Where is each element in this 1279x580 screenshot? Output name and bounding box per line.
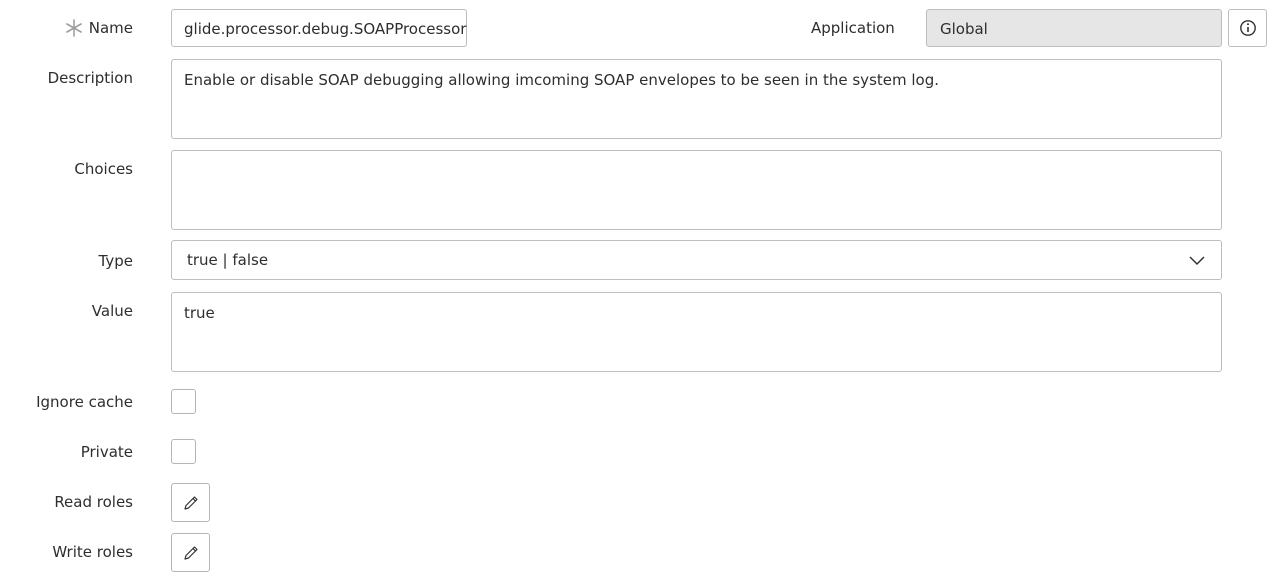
pencil-icon	[183, 545, 198, 560]
write-roles-edit-button[interactable]	[171, 533, 210, 572]
private-label: Private	[80, 443, 133, 461]
description-label: Description	[47, 69, 133, 87]
chevron-down-icon	[1189, 256, 1205, 266]
write-roles-label: Write roles	[52, 543, 133, 561]
application-info-button[interactable]	[1228, 9, 1267, 47]
ignore-cache-checkbox[interactable]	[171, 389, 196, 414]
choices-field[interactable]	[171, 150, 1222, 230]
pencil-icon	[183, 495, 198, 510]
type-label: Type	[98, 252, 133, 270]
choices-label: Choices	[74, 160, 133, 178]
read-roles-edit-button[interactable]	[171, 483, 210, 522]
application-label: Application	[811, 19, 895, 37]
info-icon	[1239, 20, 1256, 36]
value-label: Value	[91, 302, 133, 320]
application-field: Global	[926, 9, 1222, 47]
type-value: true | false	[187, 251, 269, 269]
ignore-cache-label: Ignore cache	[36, 393, 133, 411]
description-value: Enable or disable SOAP debugging allowin…	[184, 71, 940, 89]
name-field[interactable]: glide.processor.debug.SOAPProcessor	[171, 9, 467, 47]
description-field[interactable]: Enable or disable SOAP debugging allowin…	[171, 59, 1222, 139]
private-checkbox[interactable]	[171, 439, 196, 464]
name-label: Name	[88, 19, 133, 37]
name-value: glide.processor.debug.SOAPProcessor	[184, 20, 467, 38]
value-text: true	[184, 304, 215, 322]
value-field[interactable]: true	[171, 292, 1222, 372]
application-value: Global	[940, 20, 988, 38]
read-roles-label: Read roles	[54, 493, 133, 511]
required-icon	[66, 19, 82, 37]
type-select[interactable]: true | false	[171, 240, 1222, 280]
